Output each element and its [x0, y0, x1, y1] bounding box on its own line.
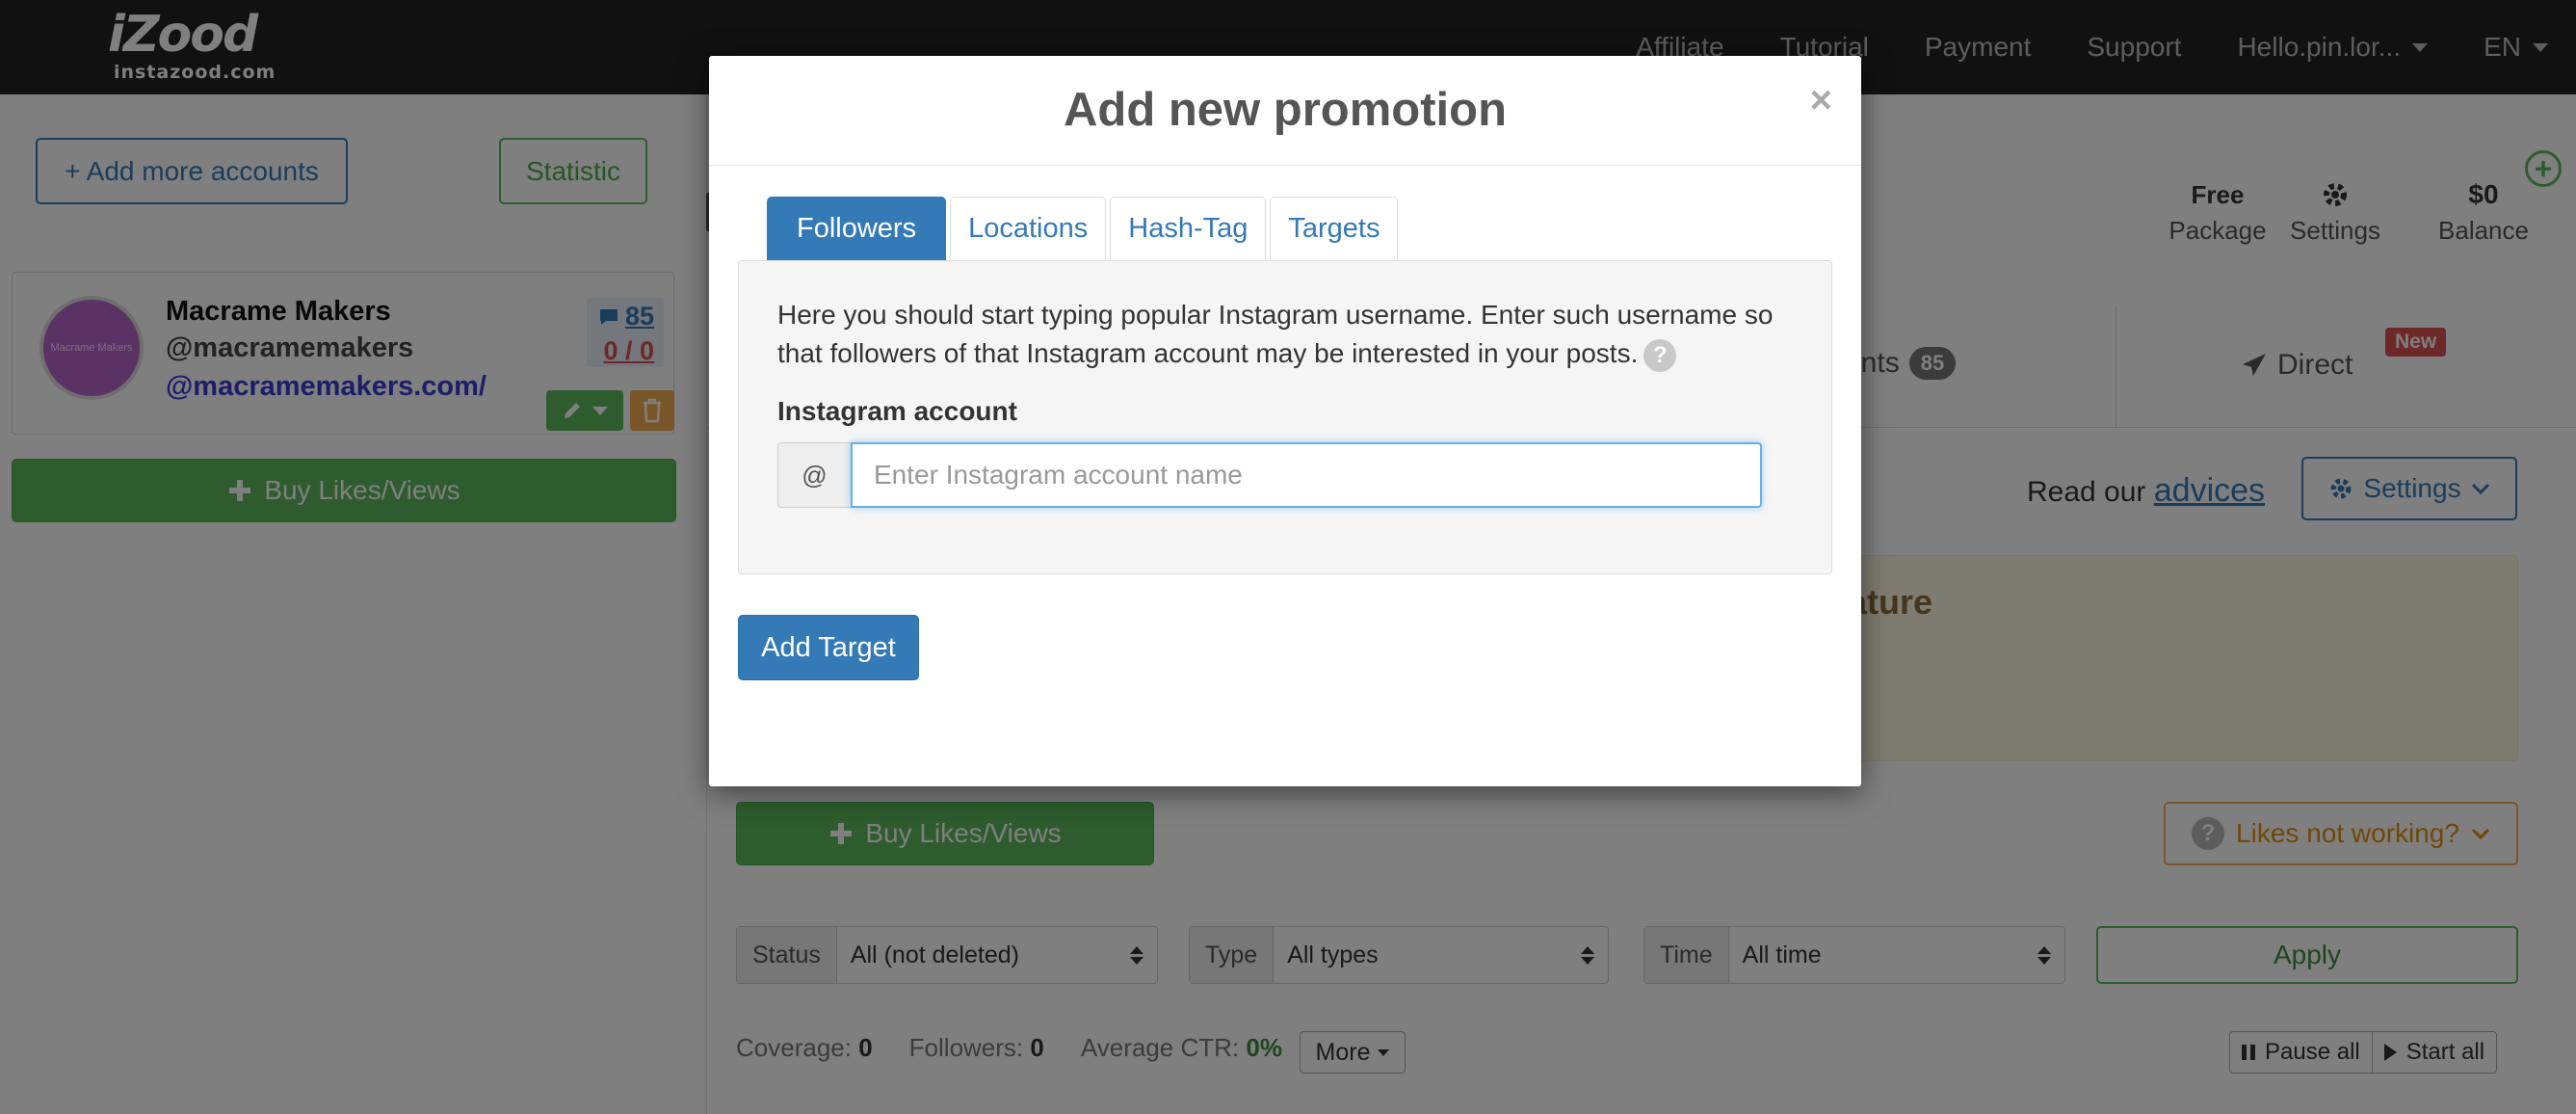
instagram-account-label: Instagram account: [777, 396, 1017, 426]
tab-locations[interactable]: Locations: [950, 197, 1107, 260]
add-target-button[interactable]: Add Target: [738, 615, 919, 680]
instagram-account-input[interactable]: [851, 442, 1762, 508]
add-promotion-modal: Add new promotion × Followers Locations …: [709, 56, 1861, 786]
followers-tab-panel: Here you should start typing popular Ins…: [738, 260, 1832, 574]
instagram-account-group: @: [777, 442, 1762, 508]
promotion-tabs: Followers Locations Hash-Tag Targets: [767, 197, 1399, 260]
help-text: Here you should start typing popular Ins…: [777, 296, 1799, 373]
modal-header: Add new promotion ×: [709, 56, 1861, 166]
modal-title: Add new promotion: [1064, 84, 1507, 136]
help-question-icon[interactable]: ?: [1643, 338, 1677, 372]
tab-followers[interactable]: Followers: [767, 197, 947, 260]
tab-hashtag[interactable]: Hash-Tag: [1110, 197, 1267, 260]
help-text-body: Here you should start typing popular Ins…: [777, 300, 1774, 368]
close-icon[interactable]: ×: [1810, 81, 1832, 119]
at-sign-addon: @: [777, 442, 851, 508]
tab-targets[interactable]: Targets: [1270, 197, 1399, 260]
